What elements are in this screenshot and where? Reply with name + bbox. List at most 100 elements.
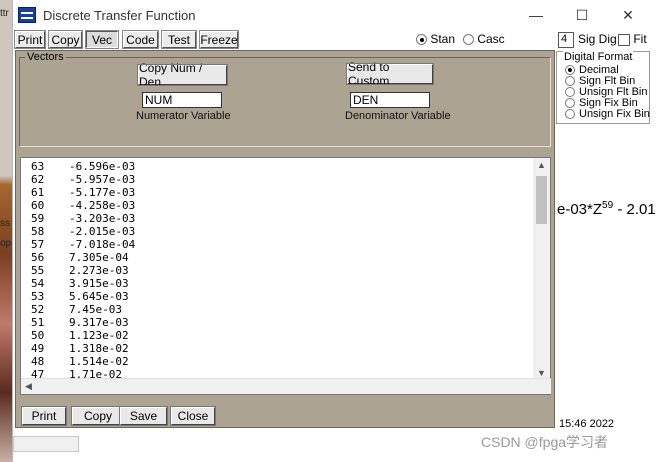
clock-text: 15:46 2022	[559, 418, 615, 430]
coefficient-value: 2.273e-03	[69, 264, 129, 277]
coefficient-index: 62	[31, 173, 45, 186]
coefficient-index: 55	[31, 264, 45, 277]
scroll-down-icon[interactable]: ▼	[537, 368, 546, 378]
list-item[interactable]: 63 -6.596e-03	[31, 160, 135, 173]
coefficient-index: 50	[31, 329, 45, 342]
radio-unselected-icon	[565, 76, 575, 86]
dialog-close-button[interactable]: Close	[170, 406, 216, 426]
window-horizontal-scrollbar[interactable]	[13, 436, 79, 452]
radio-unselected-icon	[463, 34, 474, 46]
close-icon: ✕	[622, 6, 634, 23]
fit-checkbox[interactable]: Fit	[618, 32, 647, 46]
numerator-variable-label: Numerator Variable	[136, 110, 231, 122]
casc-radio[interactable]: Casc	[463, 32, 505, 46]
coefficient-index: 58	[31, 225, 45, 238]
coefficient-index: 61	[31, 186, 45, 199]
denominator-variable-input[interactable]: DEN	[350, 92, 430, 108]
copy-num-den-button[interactable]: Copy Num / Den	[137, 61, 228, 89]
coefficient-index: 53	[31, 290, 45, 303]
background-text: ss	[0, 218, 10, 229]
dialog-save-button[interactable]: Save	[119, 406, 168, 426]
coefficient-value: 1.318e-02	[69, 342, 129, 355]
list-item[interactable]: 51 9.317e-03	[31, 316, 135, 329]
background-text: ttr	[0, 8, 9, 19]
list-item[interactable]: 52 7.45e-03	[31, 303, 135, 316]
checkbox-icon	[618, 33, 630, 46]
digital-format-group: Digital Format Decimal Sign Flt Bin Unsi…	[556, 51, 650, 124]
fit-label: Fit	[633, 32, 647, 46]
coefficient-index: 56	[31, 251, 45, 264]
numerator-variable-input[interactable]: NUM	[142, 92, 222, 108]
vectors-dialog: Vectors Copy Num / Den Send to Custom NU…	[15, 50, 555, 428]
dialog-print-button[interactable]: Print	[21, 406, 67, 426]
coefficient-value: -2.015e-03	[69, 225, 136, 238]
dialog-copy-button[interactable]: Copy	[71, 406, 125, 426]
list-item[interactable]: 54 3.915e-03	[31, 277, 135, 290]
coefficient-value: 1.514e-02	[69, 355, 129, 368]
vertical-scrollbar[interactable]: ▲ ▼	[533, 158, 550, 380]
list-item[interactable]: 50 1.123e-02	[31, 329, 135, 342]
transfer-function-window: Discrete Transfer Function — ☐ ✕ Print C…	[12, 0, 660, 462]
coefficient-value: -5.957e-03	[69, 173, 136, 186]
list-item[interactable]: 58 -2.015e-03	[31, 225, 135, 238]
coefficient-value: 7.45e-03	[69, 303, 122, 316]
background-text: op	[0, 238, 12, 249]
digital-format-title: Digital Format	[563, 51, 634, 63]
radio-unselected-icon	[565, 98, 575, 108]
stan-radio[interactable]: Stan	[416, 32, 455, 46]
title-bar[interactable]: Discrete Transfer Function — ☐ ✕	[13, 0, 660, 30]
minimize-icon: —	[529, 7, 543, 23]
list-item[interactable]: 61 -5.177e-03	[31, 186, 135, 199]
list-item[interactable]: 55 2.273e-03	[31, 264, 135, 277]
scrollbar-thumb[interactable]	[536, 176, 547, 224]
equation-tail: - 2.01	[613, 201, 656, 218]
close-button[interactable]: ✕	[605, 0, 651, 30]
scroll-up-icon[interactable]: ▲	[537, 160, 546, 170]
maximize-button[interactable]: ☐	[559, 0, 605, 30]
list-item[interactable]: 56 7.305e-04	[31, 251, 135, 264]
list-item[interactable]: 53 5.645e-03	[31, 290, 135, 303]
coefficient-value: 9.317e-03	[69, 316, 129, 329]
test-button[interactable]: Test	[161, 30, 197, 49]
code-button[interactable]: Code	[122, 30, 159, 49]
copy-button[interactable]: Copy	[48, 30, 83, 49]
radio-selected-icon	[565, 65, 575, 75]
format-option-unsign-fix-bin[interactable]: Unsign Fix Bin	[565, 109, 650, 120]
minimize-button[interactable]: —	[513, 0, 559, 30]
print-button[interactable]: Print	[14, 30, 46, 49]
vec-button[interactable]: Vec	[85, 30, 119, 49]
sig-dig-input[interactable]: 4	[558, 32, 574, 48]
list-item[interactable]: 59 -3.203e-03	[31, 212, 135, 225]
coefficient-index: 59	[31, 212, 45, 225]
app-icon	[18, 7, 36, 23]
denominator-variable-label: Denominator Variable	[345, 110, 451, 122]
coefficient-rows: 63 -6.596e-03 62 -5.957e-03 61 -5.177e-03 60 -4…	[31, 160, 135, 381]
scroll-left-icon[interactable]: ◀	[25, 381, 32, 392]
window-title: Discrete Transfer Function	[43, 7, 196, 23]
list-item[interactable]: 48 1.514e-02	[31, 355, 135, 368]
send-to-custom-button[interactable]: Send to Custom	[346, 60, 434, 88]
casc-label: Casc	[477, 32, 505, 46]
coefficient-value: -5.177e-03	[69, 186, 136, 199]
list-item[interactable]: 49 1.318e-02	[31, 342, 135, 355]
sig-dig-label: Sig Dig	[578, 32, 617, 46]
coefficient-index: 60	[31, 199, 45, 212]
list-item[interactable]: 60 -4.258e-03	[31, 199, 135, 212]
coefficient-value: 5.645e-03	[69, 290, 129, 303]
watermark-text: CSDN @fpga学习者	[481, 434, 609, 450]
transfer-equation: e-03*Z59 - 2.01	[557, 200, 656, 218]
coefficient-value: -7.018e-04	[69, 238, 136, 251]
list-item[interactable]: 62 -5.957e-03	[31, 173, 135, 186]
list-item[interactable]: 57 -7.018e-04	[31, 238, 135, 251]
horizontal-scrollbar[interactable]: ◀	[21, 378, 551, 394]
coefficient-value: 7.305e-04	[69, 251, 129, 264]
vectors-group: Vectors Copy Num / Den Send to Custom NU…	[19, 51, 551, 147]
coefficient-index: 49	[31, 342, 45, 355]
coefficient-value: -4.258e-03	[69, 199, 136, 212]
coefficient-list[interactable]: 63 -6.596e-03 62 -5.957e-03 61 -5.177e-03 60 -4…	[20, 157, 551, 395]
coefficient-value: -3.203e-03	[69, 212, 136, 225]
equation-exponent: 59	[602, 200, 614, 211]
coefficient-index: 63	[31, 160, 45, 173]
freeze-button[interactable]: Freeze	[199, 30, 239, 49]
coefficient-index: 54	[31, 277, 45, 290]
